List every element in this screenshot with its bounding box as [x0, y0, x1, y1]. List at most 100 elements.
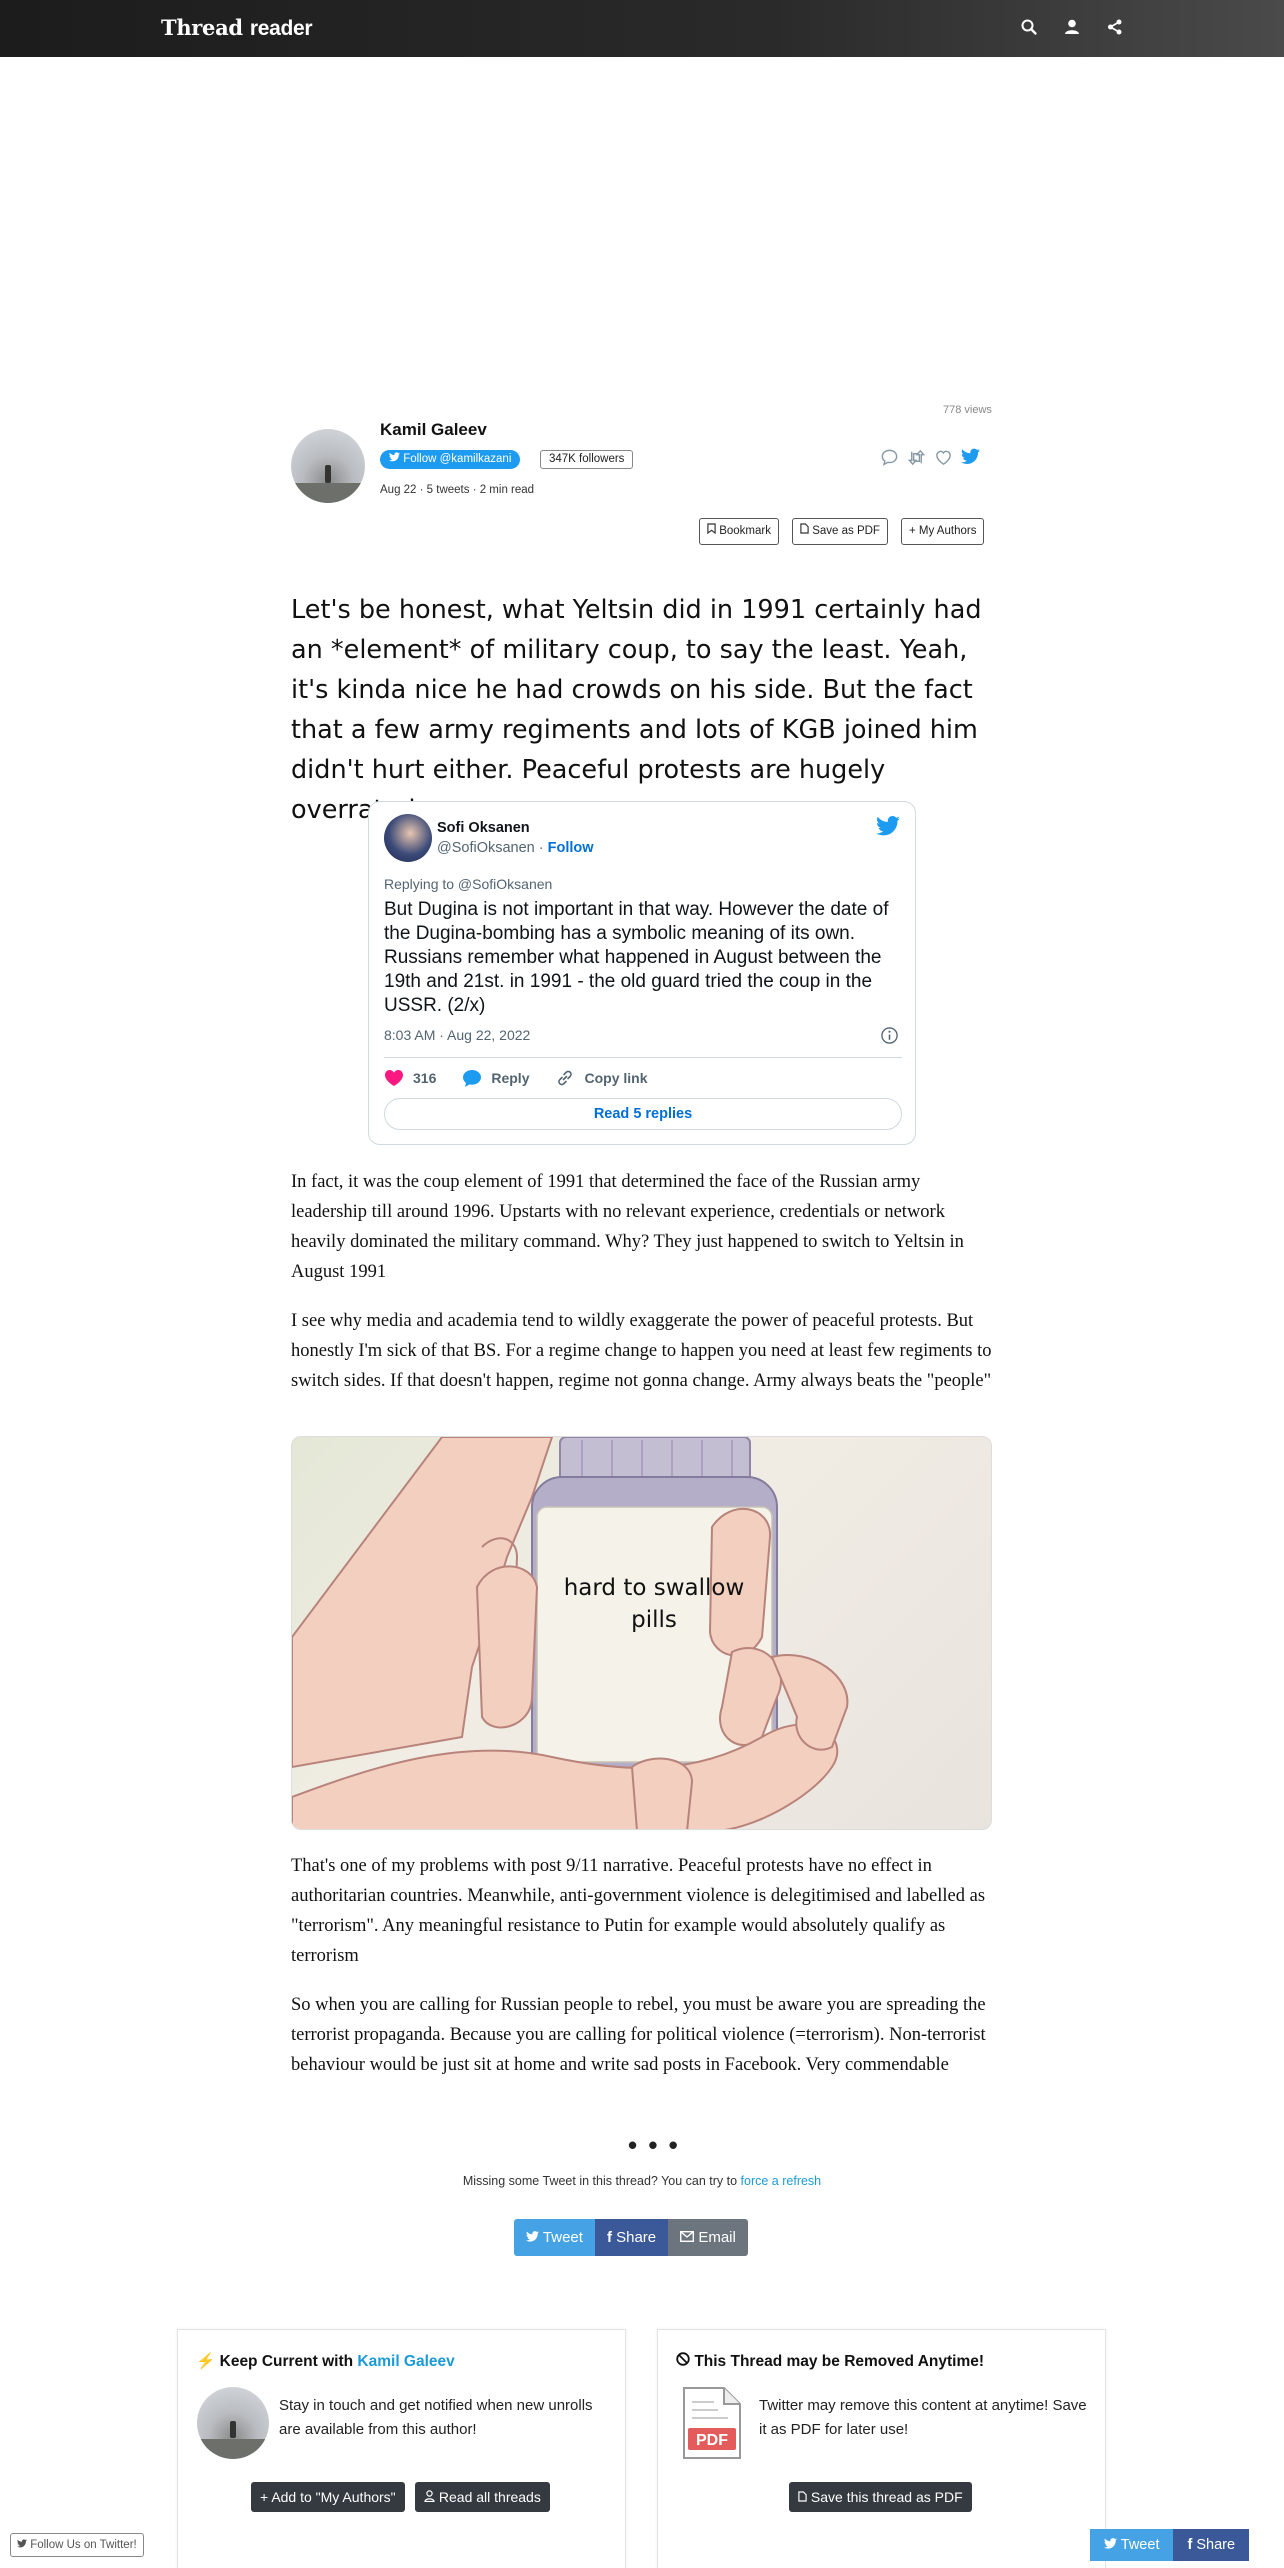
- facebook-share-label: Share: [616, 2229, 657, 2246]
- bottom-share-label: Share: [1196, 2537, 1236, 2553]
- bottom-tweet-button[interactable]: Tweet: [1090, 2529, 1174, 2561]
- twitter-bird-icon: [1104, 2538, 1117, 2549]
- share-buttons: Tweet f Share Email: [514, 2219, 748, 2256]
- embedded-stats: 316 Reply Copy link: [384, 1068, 674, 1088]
- pdf-badge-text: PDF: [696, 2432, 728, 2449]
- copy-link-stat[interactable]: Copy link: [555, 1068, 648, 1088]
- facebook-share-button[interactable]: f Share: [594, 2219, 669, 2256]
- user-icon[interactable]: [1063, 18, 1081, 36]
- embedded-handle-text[interactable]: @SofiOksanen: [437, 840, 535, 856]
- author-avatar[interactable]: [291, 429, 365, 503]
- read-replies-button[interactable]: Read 5 replies: [384, 1098, 902, 1130]
- my-authors-label: My Authors: [918, 525, 977, 537]
- bookmark-label: Bookmark: [719, 525, 771, 537]
- save-pdf-button[interactable]: Save as PDF: [792, 518, 888, 545]
- tweet-share-button[interactable]: Tweet: [514, 2219, 595, 2256]
- force-refresh-link[interactable]: force a refresh: [741, 2174, 822, 2188]
- facebook-icon: f: [606, 2229, 612, 2246]
- missing-tweet-notice: Missing some Tweet in this thread? You c…: [0, 2174, 1284, 2188]
- twitter-logo-icon[interactable]: [876, 816, 900, 840]
- like-icon[interactable]: [934, 448, 953, 467]
- twitter-bird-icon: [526, 2231, 539, 2242]
- follow-us-button[interactable]: Follow Us on Twitter!: [10, 2533, 144, 2557]
- heart-icon: [385, 1070, 403, 1086]
- meme-caption-line1: hard to swallow: [564, 1575, 745, 1601]
- like-stat[interactable]: 316: [384, 1069, 436, 1087]
- tweet-text-4: That's one of my problems with post 9/11…: [291, 1856, 986, 1966]
- bottom-tweet-label: Tweet: [1120, 2537, 1160, 2553]
- twitter-icon[interactable]: [961, 448, 980, 467]
- user-outline-icon: [424, 2490, 435, 2503]
- bottom-facebook-button[interactable]: f Share: [1173, 2529, 1250, 2561]
- search-icon[interactable]: [1020, 18, 1038, 36]
- keep-current-author-link[interactable]: Kamil Galeev: [357, 2353, 454, 2370]
- embedded-avatar[interactable]: [384, 814, 432, 862]
- read-all-threads-button[interactable]: Read all threads: [415, 2482, 550, 2512]
- add-to-my-authors-label: Add to "My Authors": [271, 2489, 396, 2505]
- copy-link-label: Copy link: [584, 1070, 648, 1086]
- bottom-share-bar: Tweet f Share: [1090, 2529, 1250, 2561]
- embedded-tweet-text: But Dugina is not important in that way.…: [384, 899, 889, 1016]
- view-count: 778 views: [943, 404, 992, 416]
- tweet-actions: [880, 448, 980, 467]
- add-to-my-authors-button[interactable]: + Add to "My Authors": [251, 2482, 405, 2512]
- embedded-tweet[interactable]: Sofi Oksanen @SofiOksanen · Follow Reply…: [368, 801, 916, 1145]
- twitter-bird-icon: [17, 2539, 27, 2548]
- email-share-label: Email: [698, 2229, 736, 2246]
- pill-bottle-illustration: hard to swallow pills: [292, 1437, 849, 1829]
- info-icon[interactable]: [880, 1026, 899, 1045]
- retweet-icon[interactable]: [907, 448, 926, 467]
- pdf-file-icon: PDF: [682, 2386, 742, 2460]
- divider: [384, 1057, 902, 1058]
- meme-image[interactable]: hard to swallow pills: [291, 1436, 992, 1830]
- tweet-text-5: So when you are calling for Russian peop…: [291, 1995, 986, 2075]
- thread-removal-box: This Thread may be Removed Anytime! PDF …: [657, 2329, 1106, 2568]
- tweet-text-3: I see why media and academia tend to wil…: [291, 1311, 992, 1391]
- twitter-bird-icon: [389, 452, 400, 462]
- keep-current-title: ⚡ Keep Current with Kamil Galeev: [196, 2352, 455, 2371]
- embedded-timestamp[interactable]: 8:03 AM · Aug 22, 2022: [384, 1027, 530, 1043]
- tweet-text-2: In fact, it was the coup element of 1991…: [291, 1172, 964, 1282]
- follow-button[interactable]: Follow @kamilkazani: [380, 450, 521, 469]
- follow-label: Follow @kamilkazani: [403, 453, 512, 465]
- email-share-button[interactable]: Email: [668, 2219, 748, 2256]
- missing-text: Missing some Tweet in this thread? You c…: [462, 2174, 741, 2188]
- thread-meta: Aug 22 · 5 tweets · 2 min read: [380, 484, 535, 496]
- removal-title: This Thread may be Removed Anytime!: [676, 2352, 984, 2371]
- author-avatar-small[interactable]: [197, 2387, 269, 2459]
- top-navbar: Thread reader: [0, 0, 1284, 57]
- read-all-threads-label: Read all threads: [438, 2489, 541, 2505]
- follow-us-label: Follow Us on Twitter!: [30, 2539, 137, 2551]
- brand-word-thread: Thread: [161, 15, 243, 40]
- share-icon[interactable]: [1106, 18, 1124, 36]
- my-authors-button[interactable]: + My Authors: [901, 518, 985, 545]
- envelope-icon: [680, 2230, 695, 2243]
- embedded-follow-link[interactable]: Follow: [548, 840, 594, 856]
- bolt-icon: ⚡: [196, 2353, 216, 2370]
- tweet-lead-text: Let's be honest, what Yeltsin did in 199…: [291, 595, 982, 825]
- author-name[interactable]: Kamil Galeev: [380, 420, 487, 440]
- bookmark-button[interactable]: Bookmark: [699, 518, 779, 545]
- keep-current-prefix: Keep Current with: [219, 2353, 358, 2370]
- tweet-share-label: Tweet: [542, 2229, 583, 2246]
- removal-body: Twitter may remove this content at anyti…: [759, 2397, 1087, 2438]
- plus-icon: +: [909, 525, 916, 537]
- embedded-author-handle: @SofiOksanen · Follow: [437, 840, 594, 856]
- keep-current-box: ⚡ Keep Current with Kamil Galeev Stay in…: [177, 2329, 626, 2568]
- removal-title-text: This Thread may be Removed Anytime!: [694, 2353, 985, 2370]
- keep-current-body: Stay in touch and get notified when new …: [279, 2397, 593, 2438]
- save-thread-pdf-label: Save this thread as PDF: [810, 2489, 963, 2505]
- reply-icon[interactable]: [880, 448, 899, 467]
- bookmark-icon: [707, 523, 716, 535]
- save-thread-pdf-button[interactable]: Save this thread as PDF: [789, 2482, 972, 2512]
- thread-end-dots: • • •: [628, 2130, 680, 2160]
- brand-logo[interactable]: Thread reader: [161, 15, 313, 41]
- followers-count: 347K followers: [540, 450, 634, 469]
- reply-stat[interactable]: Reply: [462, 1069, 529, 1088]
- reply-bubble-icon: [463, 1069, 482, 1087]
- file-icon: [800, 523, 809, 534]
- ban-icon: [676, 2352, 690, 2366]
- meme-caption-line2: pills: [631, 1607, 677, 1633]
- replying-to: Replying to @SofiOksanen: [384, 876, 553, 892]
- embedded-author-name[interactable]: Sofi Oksanen: [437, 820, 530, 836]
